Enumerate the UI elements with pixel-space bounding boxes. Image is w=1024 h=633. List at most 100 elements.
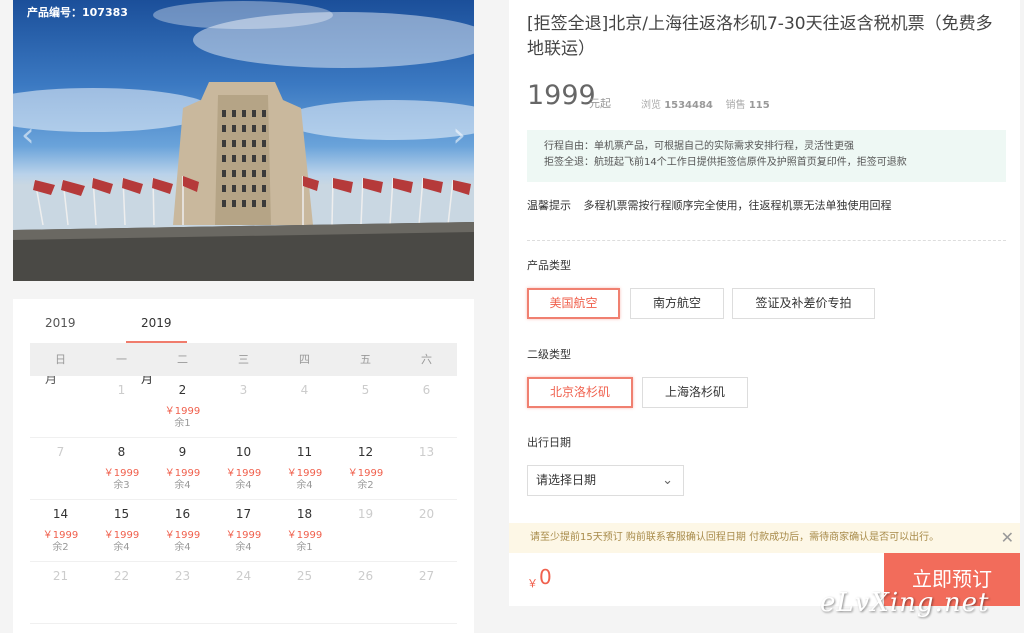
calendar-day[interactable]: 12 ￥1999 余2 — [335, 438, 396, 499]
day-left — [335, 414, 396, 426]
day-price — [91, 402, 152, 414]
calendar-day[interactable]: 15 ￥1999 余4 — [91, 500, 152, 561]
calendar-week-row: 21 22 23 24 25 26 27 — [30, 562, 457, 624]
calendar-day[interactable]: 8 ￥1999 余3 — [91, 438, 152, 499]
calendar-day: 23 — [152, 562, 213, 623]
tab-2019-03[interactable]: 2019年03月 — [45, 309, 76, 386]
day-left: 余4 — [296, 480, 313, 491]
date-select[interactable]: 请选择日期 ⌄ — [527, 465, 684, 496]
day-price — [213, 588, 274, 600]
day-price — [213, 402, 274, 414]
day-day: 27 — [418, 569, 435, 583]
next-image-arrow-icon[interactable]: › — [452, 118, 466, 152]
calendar-day: 21 — [30, 562, 91, 623]
weekday-sun: 日 — [55, 353, 66, 366]
day-price — [396, 402, 457, 414]
calendar-day[interactable]: 9 ￥1999 余4 — [152, 438, 213, 499]
calendar-day[interactable]: 11 ￥1999 余4 — [274, 438, 335, 499]
product-hero-image: 产品编号：107383 ‹ › — [13, 0, 474, 281]
calendar-day: 1 — [91, 376, 152, 437]
day-left: 余4 — [235, 542, 252, 553]
day-price: ￥1999 — [103, 530, 140, 541]
calendar-day[interactable]: 18 ￥1999 余1 — [274, 500, 335, 561]
price-calendar: 2019年03月 2019年04月 日 一 二 三 四 五 六 12￥1999余… — [13, 299, 474, 633]
sub-type-label: 二级类型 — [527, 348, 571, 361]
option-shanghai-la[interactable]: 上海洛杉矶 — [642, 377, 748, 408]
weekday-sat: 六 — [421, 353, 432, 366]
day-day: 10 — [235, 445, 252, 459]
day-price — [396, 588, 457, 600]
day-left: 余4 — [174, 480, 191, 491]
option-beijing-la[interactable]: 北京洛杉矶 — [527, 377, 633, 408]
product-code: 产品编号：107383 — [27, 6, 128, 19]
day-price — [30, 402, 91, 414]
day-price: ￥1999 — [225, 530, 262, 541]
tip-text: 多程机票需按行程顺序完全使用，往返程机票无法单独使用回程 — [583, 199, 892, 212]
prev-image-arrow-icon[interactable]: ‹ — [21, 118, 35, 152]
day-left: 余2 — [52, 542, 69, 553]
calendar-day: 26 — [335, 562, 396, 623]
day-day: 1 — [117, 383, 126, 397]
day-day: 26 — [357, 569, 374, 583]
calendar-week-row: 14 ￥1999 余2 15 ￥1999 余4 16 ￥1999 余4 17 ￥1999 余4 18 ￥1… — [30, 500, 457, 562]
day-price — [335, 402, 396, 414]
tip-line: 温馨提示 多程机票需按行程顺序完全使用，往返程机票无法单独使用回程 — [527, 197, 892, 213]
tab-2019-04[interactable]: 2019年04月 — [126, 309, 187, 386]
day-day: 8 — [117, 445, 126, 459]
day-price — [274, 588, 335, 600]
day-left — [274, 600, 335, 612]
calendar-day[interactable]: 10 ￥1999 余4 — [213, 438, 274, 499]
product-detail-panel: [拒签全退]北京/上海往返洛杉矶7-30天往返含税机票（免费多地联运） 1999… — [509, 0, 1020, 606]
calendar-week-row: 7 8 ￥1999 余3 9 ￥1999 余4 10 ￥1999 余4 11 ￥1999 余4 12 ￥19… — [30, 438, 457, 500]
day-price — [30, 464, 91, 476]
calendar-day[interactable]: 14 ￥1999 余2 — [30, 500, 91, 561]
day-day: 25 — [296, 569, 313, 583]
views-count: 1534484 — [664, 100, 713, 111]
day-price — [335, 588, 396, 600]
day-left — [213, 600, 274, 612]
day-day: 5 — [361, 383, 370, 397]
calendar-day: 5 — [335, 376, 396, 437]
calendar-day[interactable]: 17 ￥1999 余4 — [213, 500, 274, 561]
calendar-day: 22 — [91, 562, 152, 623]
day-day: 19 — [357, 507, 374, 521]
day-day: 3 — [239, 383, 248, 397]
total-price: 0 — [539, 565, 552, 589]
day-left — [396, 414, 457, 426]
day-left: 余2 — [357, 480, 374, 491]
day-day: 12 — [357, 445, 374, 459]
day-day: 13 — [418, 445, 435, 459]
product-type-label: 产品类型 — [527, 259, 571, 272]
day-price: ￥1999 — [286, 530, 323, 541]
day-price: ￥1999 — [42, 530, 79, 541]
day-left — [335, 538, 396, 550]
option-american-airlines[interactable]: 美国航空 — [527, 288, 620, 319]
day-price — [396, 526, 457, 538]
day-left: 余3 — [113, 480, 130, 491]
day-day: 11 — [296, 445, 313, 459]
sales-count: 115 — [748, 100, 770, 111]
calendar-day: 13 — [396, 438, 457, 499]
day-price: ￥1999 — [164, 406, 201, 417]
option-visa-supplement[interactable]: 签证及补差价专拍 — [732, 288, 875, 319]
day-price: ￥1999 — [225, 468, 262, 479]
date-select-value: 请选择日期 — [536, 473, 597, 487]
calendar-day[interactable]: 16 ￥1999 余4 — [152, 500, 213, 561]
close-icon[interactable]: ✕ — [1001, 523, 1014, 553]
day-left: 余1 — [296, 542, 313, 553]
day-price — [30, 588, 91, 600]
day-left — [91, 600, 152, 612]
notice-text: 请至少提前15天预订 购前联系客服确认回程日期 付款成功后，需待商家确认是否可以… — [530, 532, 940, 543]
calendar-day[interactable]: 2 ￥1999 余1 — [152, 376, 213, 437]
feature-item: 拒签全退：航班起飞前14个工作日提供拒签信原件及护照首页复印件，拒签可退款 — [544, 157, 907, 168]
option-china-southern[interactable]: 南方航空 — [630, 288, 724, 319]
day-left: 余4 — [113, 542, 130, 553]
day-price: ￥1999 — [164, 530, 201, 541]
day-day: 15 — [113, 507, 130, 521]
feature-item: 行程自由：单机票产品，可根据自己的实际需求安排行程，灵活性更强 — [544, 141, 854, 152]
day-day: 23 — [174, 569, 191, 583]
day-left — [274, 414, 335, 426]
date-label: 出行日期 — [527, 436, 571, 449]
day-left: 余1 — [174, 418, 191, 429]
chevron-down-icon: ⌄ — [662, 473, 673, 488]
